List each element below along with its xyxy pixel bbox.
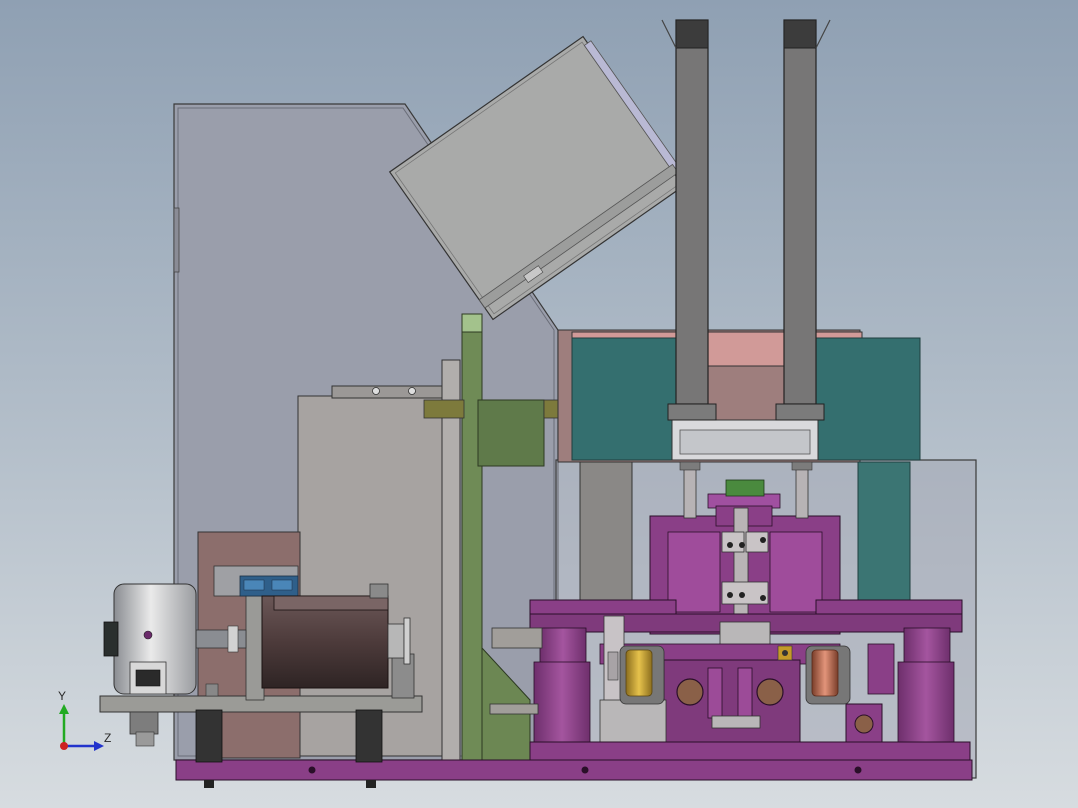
origin-dot [60, 742, 68, 750]
support-column-left [533, 627, 591, 747]
support-column-right [897, 627, 955, 747]
y-axis-label: Y [58, 689, 66, 703]
y-axis-arrowhead [59, 704, 69, 714]
machine-assembly-drawing: Y Z [58, 19, 977, 788]
cad-viewport[interactable]: Y Z [0, 0, 1078, 808]
z-axis-arrowhead [94, 741, 104, 751]
servo-motor [261, 583, 411, 689]
teal-post [857, 461, 911, 603]
z-axis-label: Z [104, 731, 111, 745]
grey-post [579, 461, 633, 603]
feed-hopper-box [557, 329, 921, 479]
